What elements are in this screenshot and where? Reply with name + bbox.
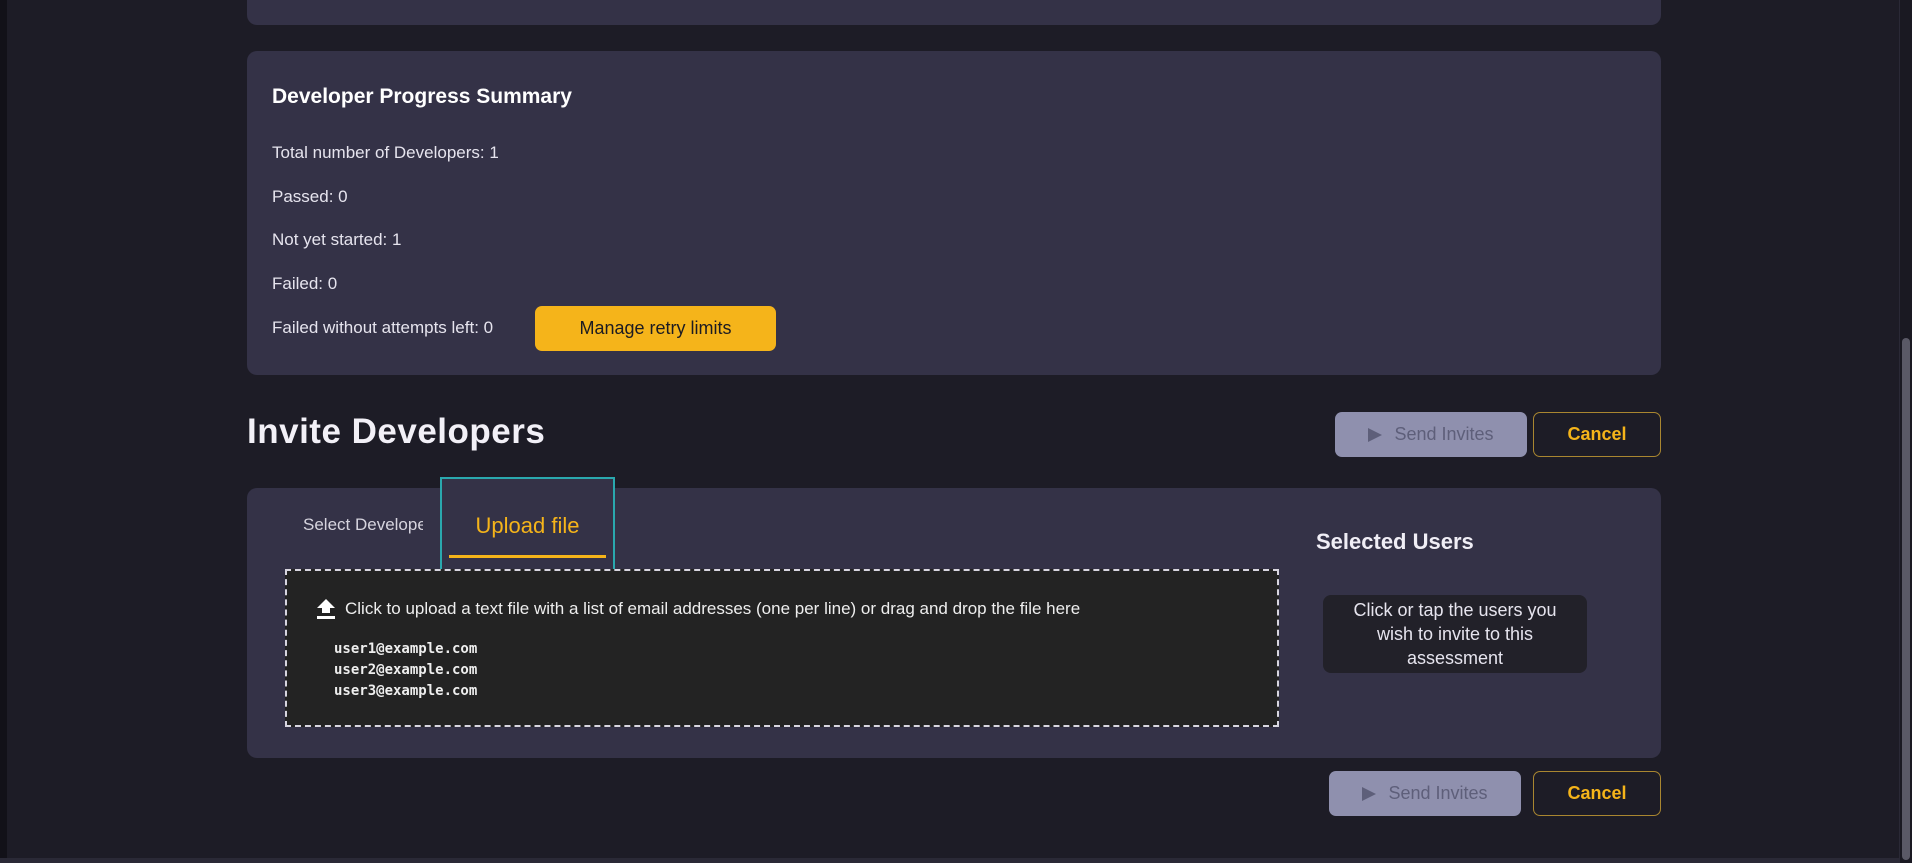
- vertical-scrollbar[interactable]: [1899, 0, 1912, 863]
- cancel-button-top[interactable]: Cancel: [1533, 412, 1661, 457]
- cancel-button-bottom[interactable]: Cancel: [1533, 771, 1661, 816]
- scrollbar-thumb[interactable]: [1902, 338, 1910, 860]
- stat-failed: Failed: 0: [272, 274, 338, 293]
- upload-icon: [317, 599, 335, 619]
- selected-users-empty-hint: Click or tap the users you wish to invit…: [1323, 595, 1587, 673]
- send-icon: [1362, 786, 1377, 801]
- stat-passed: Passed: 0: [272, 187, 348, 206]
- invite-developers-heading: Invite Developers: [247, 412, 546, 451]
- example-email: user1@example.com: [334, 641, 478, 657]
- manage-retry-limits-button[interactable]: Manage retry limits: [535, 306, 776, 351]
- send-invites-label: Send Invites: [1388, 783, 1488, 803]
- tab-upload-file[interactable]: Upload file: [440, 477, 615, 574]
- page: Developer Progress Summary Total number …: [0, 0, 1912, 863]
- send-invites-label: Send Invites: [1394, 424, 1494, 444]
- example-email: user3@example.com: [334, 683, 478, 699]
- example-email: user2@example.com: [334, 662, 478, 678]
- invite-developers-card: Select Developers Upload file Click to u…: [247, 477, 1661, 758]
- bottom-edge: [0, 858, 1900, 863]
- send-icon: [1368, 427, 1383, 442]
- file-dropzone[interactable]: Click to upload a text file with a list …: [285, 569, 1279, 727]
- tab-upload-file-label: Upload file: [475, 513, 580, 538]
- selected-users-title: Selected Users: [1316, 529, 1474, 554]
- summary-title: Developer Progress Summary: [272, 85, 572, 108]
- developer-progress-summary-card: Developer Progress Summary Total number …: [247, 51, 1661, 375]
- tab-select-developers[interactable]: Select Developers: [303, 515, 423, 535]
- stat-total-developers: Total number of Developers: 1: [272, 143, 499, 162]
- stat-not-started: Not yet started: 1: [272, 230, 402, 249]
- window-edge: [0, 0, 7, 863]
- stat-failed-no-attempts: Failed without attempts left: 0: [272, 318, 494, 337]
- dropzone-instruction: Click to upload a text file with a list …: [345, 599, 1081, 618]
- send-invites-button-bottom[interactable]: Send Invites: [1329, 771, 1521, 816]
- dropzone-instruction-row: Click to upload a text file with a list …: [317, 599, 1080, 619]
- active-tab-indicator: [449, 555, 606, 558]
- previous-section-card: [247, 0, 1661, 25]
- send-invites-button-top[interactable]: Send Invites: [1335, 412, 1527, 457]
